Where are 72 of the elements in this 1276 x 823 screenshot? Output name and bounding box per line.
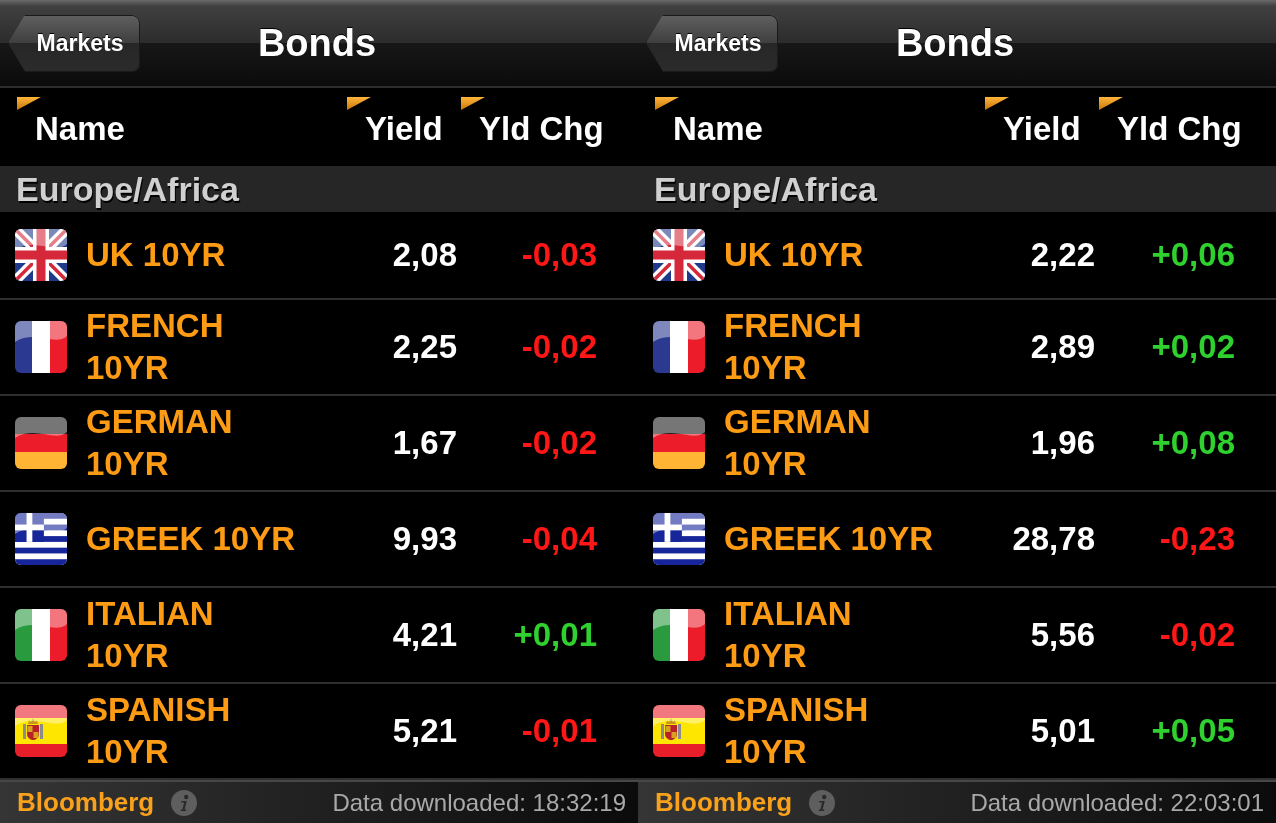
yield-value: 5,56	[1030, 615, 1095, 655]
yield-value: 2,25	[392, 327, 457, 367]
italian-flag-icon	[15, 609, 67, 661]
bond-name: GERMAN 10YR	[724, 402, 872, 484]
brand-label: Bloomberg	[17, 787, 155, 818]
bond-name: ITALIAN 10YR	[86, 594, 215, 676]
yield-value: 9,93	[392, 519, 457, 559]
column-header[interactable]: Name	[655, 88, 763, 148]
bond-name: GERMAN 10YR	[86, 402, 234, 484]
nav-title: Bonds	[895, 21, 1015, 65]
download-time-label: Data downloaded: 22:03:01	[970, 788, 1264, 817]
bond-name: ITALIAN 10YR	[724, 594, 853, 676]
uk-flag-icon	[653, 229, 705, 281]
yield-value: 2,22	[1030, 235, 1095, 275]
info-icon[interactable]	[809, 789, 836, 816]
uk-flag-icon	[15, 229, 67, 281]
corner-triangle-icon	[655, 97, 679, 110]
yield-change: -0,03	[521, 235, 597, 275]
yield-change: -0,02	[521, 423, 597, 463]
download-time-label: Data downloaded: 18:32:19	[332, 788, 626, 817]
column-header[interactable]: Yield	[985, 88, 1081, 148]
yield-change: +0,06	[1151, 235, 1235, 275]
corner-triangle-icon	[1099, 97, 1123, 110]
yield-change: +0,02	[1151, 327, 1235, 367]
column-header[interactable]: Name	[17, 88, 125, 148]
info-icon[interactable]	[171, 789, 198, 816]
column-header[interactable]: Yld Chg	[461, 88, 604, 148]
back-button[interactable]: Markets	[646, 14, 778, 72]
greek-flag-icon	[653, 513, 705, 565]
german-flag-icon	[653, 417, 705, 469]
yield-change: +0,01	[513, 615, 597, 655]
yield-change: +0,08	[1151, 423, 1235, 463]
yield-change: -0,02	[521, 327, 597, 367]
yield-value: 1,67	[392, 423, 457, 463]
yield-value: 5,21	[392, 711, 457, 751]
yield-change: +0,05	[1151, 711, 1235, 751]
corner-triangle-icon	[17, 97, 41, 110]
bond-name: FRENCH 10YR	[724, 306, 863, 388]
french-flag-icon	[653, 321, 705, 373]
corner-triangle-icon	[347, 97, 371, 110]
section-header: Europe/Africa	[638, 166, 1276, 212]
bond-name: UK 10YR	[724, 235, 864, 275]
yield-value: 4,21	[392, 615, 457, 655]
yield-value: 2,08	[392, 235, 457, 275]
nav-title: Bonds	[257, 21, 377, 65]
brand-label: Bloomberg	[655, 787, 793, 818]
italian-flag-icon	[653, 609, 705, 661]
bond-name: SPANISH 10YR	[724, 690, 870, 772]
section-header: Europe/Africa	[0, 166, 638, 212]
greek-flag-icon	[15, 513, 67, 565]
column-header[interactable]: Yld Chg	[1099, 88, 1242, 148]
bond-name: UK 10YR	[86, 235, 226, 275]
corner-triangle-icon	[985, 97, 1009, 110]
yield-value: 28,78	[1012, 519, 1095, 559]
french-flag-icon	[15, 321, 67, 373]
bond-name: GREEK 10YR	[724, 519, 934, 559]
yield-change: -0,04	[521, 519, 597, 559]
german-flag-icon	[15, 417, 67, 469]
corner-triangle-icon	[461, 97, 485, 110]
yield-change: -0,01	[521, 711, 597, 751]
spanish-flag-icon	[653, 705, 705, 757]
back-button[interactable]: Markets	[8, 14, 140, 72]
yield-value: 2,89	[1030, 327, 1095, 367]
spanish-flag-icon	[15, 705, 67, 757]
yield-value: 5,01	[1030, 711, 1095, 751]
column-header[interactable]: Yield	[347, 88, 443, 148]
bond-name: GREEK 10YR	[86, 519, 296, 559]
yield-change: -0,02	[1159, 615, 1235, 655]
yield-value: 1,96	[1030, 423, 1095, 463]
bond-name: SPANISH 10YR	[86, 690, 232, 772]
bond-name: FRENCH 10YR	[86, 306, 225, 388]
yield-change: -0,23	[1159, 519, 1235, 559]
